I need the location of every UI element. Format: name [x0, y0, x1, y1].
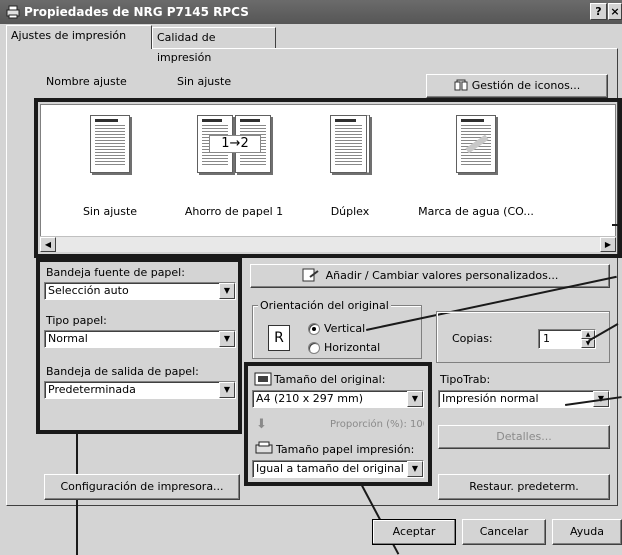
help-button[interactable]: Ayuda — [552, 519, 622, 545]
setting-name-label: Nombre ajuste — [46, 75, 127, 88]
horizontal-label: Horizontal — [324, 341, 381, 354]
ok-button[interactable]: Aceptar — [372, 519, 456, 545]
orientation-legend: Orientación del original — [258, 299, 391, 312]
window-title: Propiedades de NRG P7145 RPCS — [24, 5, 249, 19]
horizontal-radio[interactable] — [308, 342, 320, 354]
help-title-button[interactable]: ? — [590, 3, 607, 20]
copies-value: 1 — [543, 332, 550, 345]
custom-values-button[interactable]: Añadir / Cambiar valores personalizados.… — [250, 264, 610, 288]
printer-icon — [6, 5, 20, 19]
icon-manager-icon — [454, 79, 468, 91]
callout-line — [612, 224, 622, 226]
printer-properties-dialog: Propiedades de NRG P7145 RPCS ? × Ajuste… — [0, 0, 622, 555]
cancel-button[interactable]: Cancelar — [462, 519, 546, 545]
details-button[interactable]: Detalles... — [438, 425, 610, 449]
paper-callout-frame — [36, 258, 242, 434]
preset-callout-frame — [34, 98, 622, 258]
custom-values-label: Añadir / Cambiar valores personalizados.… — [325, 269, 559, 282]
setting-name-value: Sin ajuste — [177, 75, 232, 88]
portrait-preview-icon: R — [268, 325, 290, 351]
close-title-button[interactable]: × — [608, 3, 622, 20]
copies-label: Copias: — [452, 332, 493, 345]
size-callout-frame — [244, 362, 432, 486]
icon-manager-button[interactable]: Gestión de iconos... — [426, 74, 608, 98]
vertical-radio[interactable] — [308, 323, 320, 335]
title-bar: Propiedades de NRG P7145 RPCS ? × — [0, 0, 622, 24]
printer-config-button[interactable]: Configuración de impresora... — [44, 474, 240, 500]
tab-print-settings[interactable]: Ajustes de impresión — [6, 25, 152, 49]
vertical-label: Vertical — [324, 322, 366, 335]
job-type-label: TipoTrab: — [440, 373, 491, 386]
restore-defaults-button[interactable]: Restaur. predeterm. — [438, 474, 610, 500]
job-type-select[interactable]: Impresión normal ▼ — [438, 390, 610, 408]
icon-manager-label: Gestión de iconos... — [471, 79, 581, 92]
tab-print-quality[interactable]: Calidad de impresión — [152, 27, 276, 64]
job-type-value: Impresión normal — [442, 392, 539, 405]
edit-settings-icon — [302, 268, 319, 282]
tab-label: Ajustes de impresión — [11, 29, 127, 42]
